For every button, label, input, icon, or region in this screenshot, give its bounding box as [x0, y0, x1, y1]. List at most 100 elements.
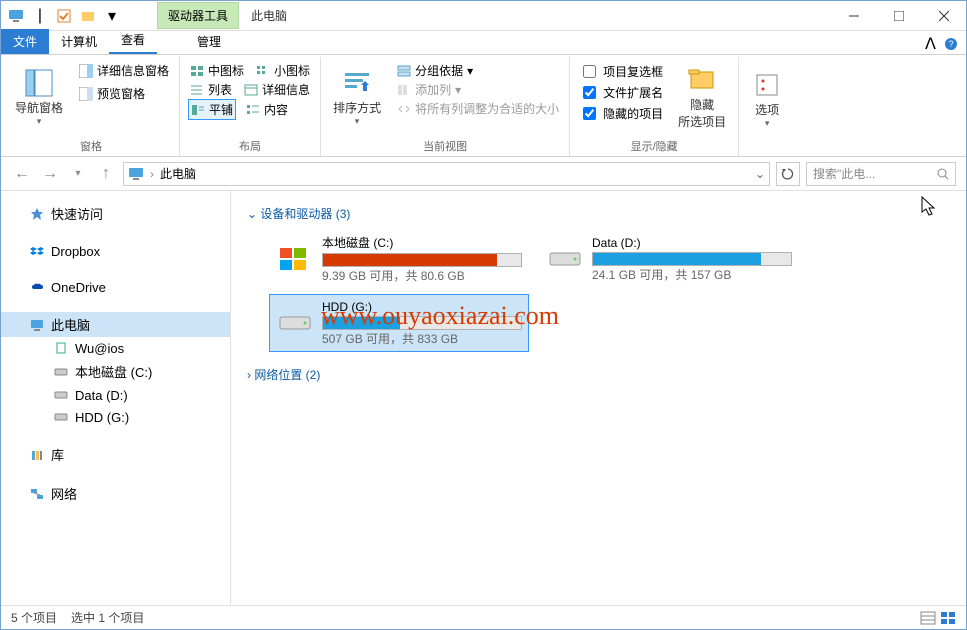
drive-name: Data (D:)	[592, 236, 792, 250]
view-tiles-button[interactable]	[940, 611, 956, 625]
main-view: ⌄ 设备和驱动器 (3) 本地磁盘 (C:) 9.39 GB 可用，共 80.6…	[231, 191, 966, 605]
preview-pane-button[interactable]: 预览窗格	[77, 84, 171, 103]
add-columns-button: 添加列 ▾	[395, 80, 561, 99]
drive-usage-bar	[592, 252, 792, 266]
navigation-pane-button[interactable]: 导航窗格 ▾	[11, 61, 67, 132]
addressbar-dropdown-icon[interactable]: ⌄	[755, 167, 765, 181]
thispc-icon	[29, 317, 45, 333]
explorer-window: | ▾ 驱动器工具 此电脑 文件 计算机 查看 管理 ᐱ ?	[0, 0, 967, 630]
group-by-button[interactable]: 分组依据 ▾	[395, 61, 561, 80]
window-title: 此电脑	[251, 7, 287, 24]
ribbon-collapse-icon[interactable]: ᐱ	[925, 34, 936, 54]
details-pane-button[interactable]: 详细信息窗格	[77, 61, 171, 80]
refresh-button[interactable]	[776, 162, 800, 186]
item-checkboxes-checkbox[interactable]: 项目复选框	[578, 61, 664, 82]
tab-view[interactable]: 查看	[109, 27, 157, 54]
sidebar-item-local-c[interactable]: 本地磁盘 (C:)	[1, 359, 230, 384]
hide-selected-button[interactable]: 隐藏 所选项目	[674, 61, 730, 132]
drive-icon	[546, 240, 584, 278]
thispc-icon	[128, 166, 144, 182]
sidebar-item-this-pc[interactable]: 此电脑	[1, 312, 230, 337]
drive-icon	[276, 304, 314, 342]
layout-tiles[interactable]: 平铺	[188, 99, 236, 120]
minimize-button[interactable]	[831, 1, 876, 31]
sidebar-item-network[interactable]: 网络	[1, 481, 230, 506]
file-extensions-checkbox[interactable]: 文件扩展名	[578, 82, 664, 103]
navigation-sidebar: 快速访问 Dropbox OneDrive 此电脑 Wu@ios 本地磁盘 (C…	[1, 191, 231, 605]
view-details-button[interactable]	[920, 611, 936, 625]
sidebar-item-libraries[interactable]: 库	[1, 442, 230, 467]
device-icon	[53, 340, 69, 356]
ribbon-tabs: 文件 计算机 查看 管理 ᐱ ?	[1, 31, 966, 55]
drive-icon	[53, 387, 69, 403]
layout-list[interactable]: 列表	[188, 80, 234, 99]
layout-details[interactable]: 详细信息	[242, 80, 312, 99]
options-button[interactable]: 选项 ▾	[747, 61, 787, 136]
section-network-locations[interactable]: › 网络位置 (2)	[247, 366, 950, 383]
ribbon-group-panes: 导航窗格 ▾ 详细信息窗格 预览窗格 窗格	[3, 57, 180, 156]
drive-tools-contextual-tab[interactable]: 驱动器工具	[157, 2, 239, 29]
ribbon-group-layout: 中图标 小图标 列表 详细信息 平铺 内容 布局	[180, 57, 321, 156]
sidebar-item-onedrive[interactable]: OneDrive	[1, 276, 230, 298]
thispc-icon[interactable]	[5, 5, 27, 27]
ribbon-group-current-view: 排序方式 ▾ 分组依据 ▾ 添加列 ▾ 将所有列调整为合适的大小 当前视图	[321, 57, 570, 156]
address-bar-row: ← → ▾ ↑ › 此电脑 ⌄ 搜索"此电...	[1, 157, 966, 191]
dropbox-icon	[29, 243, 45, 259]
tab-file[interactable]: 文件	[1, 29, 49, 54]
sidebar-item-wuios[interactable]: Wu@ios	[1, 337, 230, 359]
qat-folder-icon[interactable]	[77, 5, 99, 27]
star-icon	[29, 206, 45, 222]
section-devices[interactable]: ⌄ 设备和驱动器 (3)	[247, 205, 950, 222]
layout-small-icons[interactable]: 小图标	[254, 61, 312, 80]
drive-item[interactable]: HDD (G:) 507 GB 可用，共 833 GB	[269, 294, 529, 352]
search-placeholder: 搜索"此电...	[813, 165, 875, 182]
close-button[interactable]	[921, 1, 966, 31]
status-bar: 5 个项目 选中 1 个项目	[1, 605, 966, 629]
library-icon	[29, 447, 45, 463]
layout-medium-icons[interactable]: 中图标	[188, 61, 246, 80]
layout-content[interactable]: 内容	[244, 99, 290, 120]
tab-computer[interactable]: 计算机	[49, 29, 109, 54]
qat-check-icon[interactable]	[53, 5, 75, 27]
autofit-columns-button: 将所有列调整为合适的大小	[395, 99, 561, 118]
address-bar[interactable]: › 此电脑 ⌄	[123, 162, 770, 186]
svg-text:?: ?	[948, 39, 953, 49]
sidebar-item-data-d[interactable]: Data (D:)	[1, 384, 230, 406]
drive-item[interactable]: Data (D:) 24.1 GB 可用，共 157 GB	[539, 230, 799, 288]
ribbon: 导航窗格 ▾ 详细信息窗格 预览窗格 窗格 中图标 小图标 列表 详细信息	[1, 55, 966, 157]
nav-history-button[interactable]: ▾	[67, 163, 89, 185]
drive-item[interactable]: 本地磁盘 (C:) 9.39 GB 可用，共 80.6 GB	[269, 230, 529, 288]
search-input[interactable]: 搜索"此电...	[806, 162, 956, 186]
ribbon-group-show-hide: 项目复选框 文件扩展名 隐藏的项目 隐藏 所选项目 显示/隐藏	[570, 57, 739, 156]
drive-name: 本地磁盘 (C:)	[322, 234, 522, 251]
network-icon	[29, 486, 45, 502]
maximize-button[interactable]	[876, 1, 921, 31]
drive-icon	[53, 409, 69, 425]
sidebar-item-hdd-g[interactable]: HDD (G:)	[1, 406, 230, 428]
onedrive-icon	[29, 279, 45, 295]
drive-usage-bar	[322, 316, 522, 330]
breadcrumb[interactable]: 此电脑	[160, 165, 196, 182]
qat-separator: |	[29, 5, 51, 27]
help-icon[interactable]: ?	[944, 37, 958, 51]
drive-free-text: 24.1 GB 可用，共 157 GB	[592, 266, 792, 283]
drive-free-text: 507 GB 可用，共 833 GB	[322, 330, 522, 347]
nav-back-button[interactable]: ←	[11, 163, 33, 185]
nav-forward-button[interactable]: →	[39, 163, 61, 185]
drive-name: HDD (G:)	[322, 300, 522, 314]
search-icon	[937, 168, 949, 180]
status-selected-count: 选中 1 个项目	[71, 609, 144, 626]
qat-dropdown-icon[interactable]: ▾	[101, 5, 123, 27]
nav-up-button[interactable]: ↑	[95, 163, 117, 185]
drive-free-text: 9.39 GB 可用，共 80.6 GB	[322, 267, 522, 284]
ribbon-group-options: 选项 ▾	[739, 57, 795, 156]
drive-icon	[53, 364, 69, 380]
status-item-count: 5 个项目	[11, 609, 57, 626]
sort-by-button[interactable]: 排序方式 ▾	[329, 61, 385, 132]
drive-icon	[276, 240, 314, 278]
tab-manage[interactable]: 管理	[183, 29, 235, 54]
sidebar-item-dropbox[interactable]: Dropbox	[1, 240, 230, 262]
drive-usage-bar	[322, 253, 522, 267]
hidden-items-checkbox[interactable]: 隐藏的项目	[578, 103, 664, 124]
sidebar-item-quick-access[interactable]: 快速访问	[1, 201, 230, 226]
